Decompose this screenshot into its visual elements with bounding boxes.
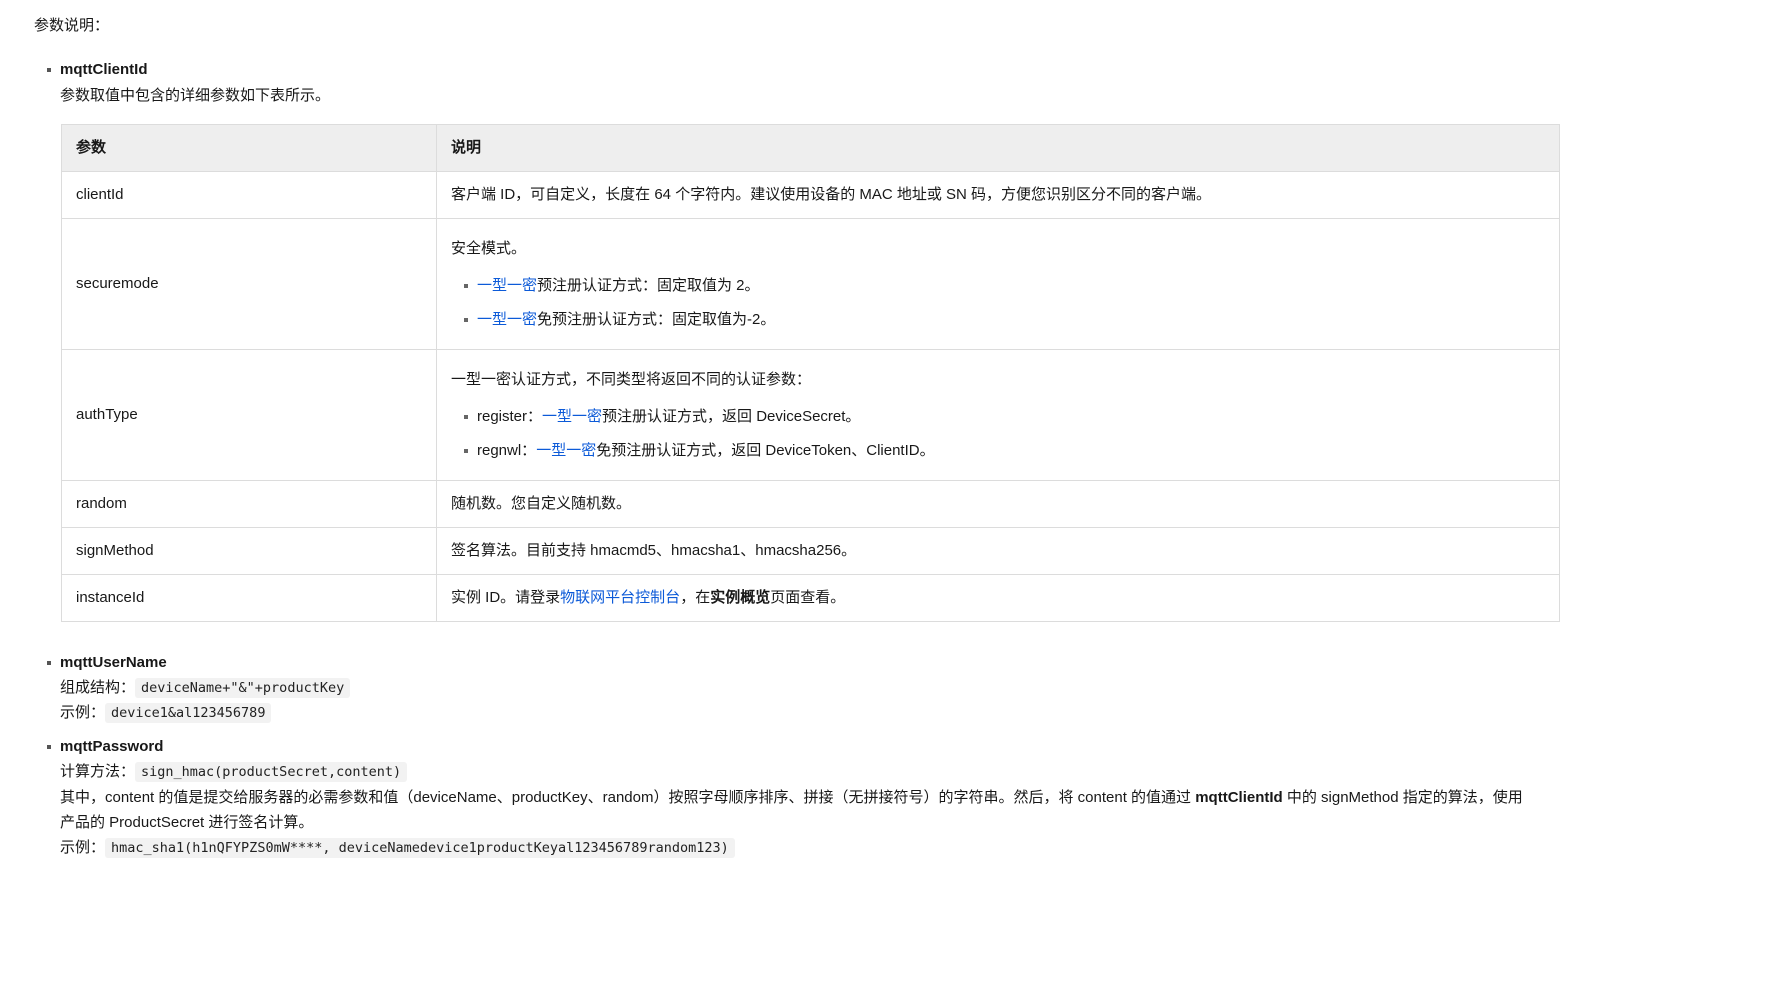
bullet-marker bbox=[47, 661, 51, 665]
table-row: clientId 客户端 ID，可自定义，长度在 64 个字符内。建议使用设备的… bbox=[61, 171, 1560, 219]
desc-text: ，在 bbox=[680, 589, 711, 607]
option-prefix: regnwl： bbox=[477, 442, 537, 460]
param-name: clientId bbox=[61, 171, 437, 219]
password-description: 其中，content 的值是提交给服务器的必需参数和值（deviceName、p… bbox=[60, 786, 1523, 809]
bullet-marker bbox=[47, 68, 51, 72]
param-desc: 签名算法。目前支持 hmacmd5、hmacsha1、hmacsha256。 bbox=[436, 527, 1560, 575]
option-text: 预注册认证方式：固定取值为 2。 bbox=[537, 276, 760, 294]
param-desc: 随机数。您自定义随机数。 bbox=[436, 480, 1560, 528]
example-code: device1&al123456789 bbox=[105, 703, 272, 723]
list-item: 一型一密预注册认证方式：固定取值为 2。 bbox=[451, 274, 1545, 297]
desc-bold-term: mqttClientId bbox=[1195, 789, 1283, 806]
option-prefix: register： bbox=[477, 407, 543, 425]
param-desc-lead: 安全模式。 bbox=[451, 239, 527, 257]
client-id-description: 参数取值中包含的详细参数如下表所示。 bbox=[60, 87, 331, 104]
username-structure: 组成结构： deviceName+"&"+productKey bbox=[60, 676, 351, 699]
calc-label: 计算方法： bbox=[60, 763, 136, 780]
table-row: random 随机数。您自定义随机数。 bbox=[61, 480, 1560, 528]
intro-text: 参数说明： bbox=[34, 17, 110, 34]
password-description-cont: 产品的 ProductSecret 进行签名计算。 bbox=[60, 814, 314, 831]
example-label: 示例： bbox=[60, 704, 106, 721]
list-item: 一型一密免预注册认证方式：固定取值为-2。 bbox=[451, 308, 1545, 331]
param-name: securemode bbox=[61, 218, 437, 350]
calc-code: sign_hmac(productSecret,content) bbox=[135, 762, 408, 782]
example-code: hmac_sha1(h1nQFYPZS0mW****, deviceNamede… bbox=[105, 838, 735, 858]
param-name: random bbox=[61, 480, 437, 528]
one-type-one-secret-link[interactable]: 一型一密 bbox=[477, 277, 537, 294]
option-text: 免预注册认证方式：固定取值为-2。 bbox=[537, 311, 776, 329]
table-row: authType 一型一密认证方式，不同类型将返回不同的认证参数： regist… bbox=[61, 349, 1560, 481]
header-desc: 说明 bbox=[436, 124, 1560, 172]
one-type-one-secret-link[interactable]: 一型一密 bbox=[477, 311, 537, 328]
list-item: register：一型一密预注册认证方式，返回 DeviceSecret。 bbox=[451, 405, 1545, 428]
password-example: 示例： hmac_sha1(h1nQFYPZS0mW****, deviceNam… bbox=[60, 836, 735, 859]
option-text: 预注册认证方式，返回 DeviceSecret。 bbox=[602, 407, 861, 425]
table-row: securemode 安全模式。 一型一密预注册认证方式：固定取值为 2。 一型… bbox=[61, 218, 1560, 350]
one-type-one-secret-link[interactable]: 一型一密 bbox=[542, 408, 602, 425]
term-mqtt-client-id: mqttClientId bbox=[60, 61, 148, 78]
password-calculation: 计算方法： sign_hmac(productSecret,content) bbox=[60, 760, 408, 783]
instance-overview-label: 实例概览 bbox=[710, 589, 771, 607]
desc-text: 中的 signMethod 指定的算法，使用 bbox=[1282, 789, 1523, 806]
param-desc-lead: 一型一密认证方式，不同类型将返回不同的认证参数： bbox=[451, 370, 812, 388]
structure-code: deviceName+"&"+productKey bbox=[135, 678, 351, 698]
one-type-one-secret-link[interactable]: 一型一密 bbox=[536, 442, 596, 459]
param-name: signMethod bbox=[61, 527, 437, 575]
username-example: 示例： device1&al123456789 bbox=[60, 701, 272, 724]
option-text: 免预注册认证方式，返回 DeviceToken、ClientID。 bbox=[596, 442, 935, 460]
param-desc: 安全模式。 一型一密预注册认证方式：固定取值为 2。 一型一密免预注册认证方式：… bbox=[436, 218, 1560, 350]
param-desc: 客户端 ID，可自定义，长度在 64 个字符内。建议使用设备的 MAC 地址或 … bbox=[436, 171, 1560, 219]
header-param: 参数 bbox=[61, 124, 437, 172]
desc-text: 其中，content 的值是提交给服务器的必需参数和值（deviceName、p… bbox=[60, 789, 1196, 806]
example-label: 示例： bbox=[60, 839, 106, 856]
iot-console-link[interactable]: 物联网平台控制台 bbox=[560, 589, 680, 606]
param-desc: 实例 ID。请登录物联网平台控制台，在实例概览页面查看。 bbox=[436, 574, 1560, 622]
table-row: instanceId 实例 ID。请登录物联网平台控制台，在实例概览页面查看。 bbox=[61, 574, 1560, 622]
param-name: authType bbox=[61, 349, 437, 481]
term-mqtt-password: mqttPassword bbox=[60, 738, 164, 755]
desc-text: 实例 ID。请登录 bbox=[451, 589, 561, 607]
bullet-marker bbox=[47, 745, 51, 749]
param-name: instanceId bbox=[61, 574, 437, 622]
table-row: signMethod 签名算法。目前支持 hmacmd5、hmacsha1、hm… bbox=[61, 527, 1560, 575]
term-mqtt-user-name: mqttUserName bbox=[60, 654, 167, 671]
list-item: regnwl：一型一密免预注册认证方式，返回 DeviceToken、Clien… bbox=[451, 439, 1545, 462]
desc-text: 页面查看。 bbox=[770, 589, 846, 607]
param-desc: 一型一密认证方式，不同类型将返回不同的认证参数： register：一型一密预注… bbox=[436, 349, 1560, 481]
option-list: register：一型一密预注册认证方式，返回 DeviceSecret。 re… bbox=[451, 405, 1545, 463]
structure-label: 组成结构： bbox=[60, 679, 136, 696]
table-header-row: 参数 说明 bbox=[61, 124, 1560, 172]
params-table: 参数 说明 clientId 客户端 ID，可自定义，长度在 64 个字符内。建… bbox=[61, 124, 1560, 622]
option-list: 一型一密预注册认证方式：固定取值为 2。 一型一密免预注册认证方式：固定取值为-… bbox=[451, 274, 1545, 332]
